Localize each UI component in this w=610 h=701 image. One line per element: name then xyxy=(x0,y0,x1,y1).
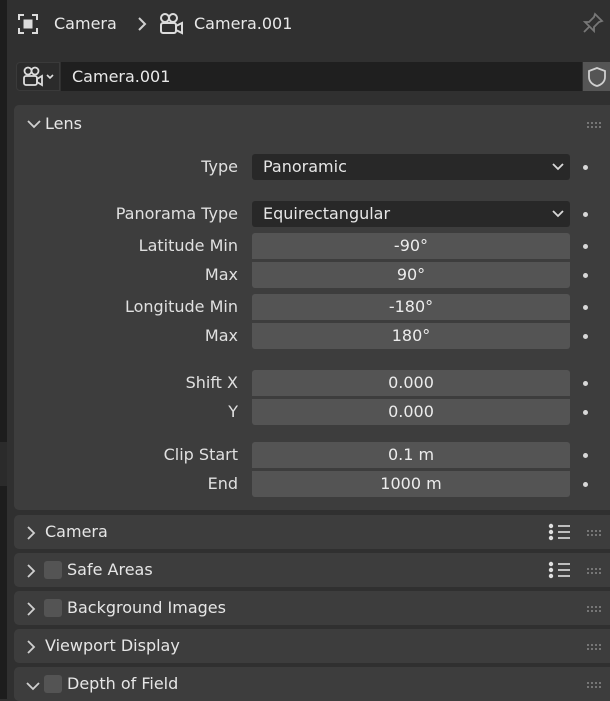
camera-subpanel-header[interactable]: Camera xyxy=(14,515,610,549)
type-dropdown[interactable]: Panoramic xyxy=(252,154,570,180)
panorama-type-value: Equirectangular xyxy=(263,204,391,223)
safe-areas-checkbox[interactable] xyxy=(44,561,62,579)
latitude-max-row: Max 90° xyxy=(14,262,610,288)
shift-y-label: Y xyxy=(228,402,238,421)
keyframe-dot[interactable] xyxy=(583,453,588,458)
type-label: Type xyxy=(201,157,238,176)
chevron-down-icon xyxy=(26,682,40,691)
viewport-display-subpanel-header[interactable]: Viewport Display xyxy=(14,629,610,663)
background-images-subpanel-header[interactable]: Background Images xyxy=(14,591,610,625)
depth-of-field-subpanel-title: Depth of Field xyxy=(67,674,179,693)
lens-panel: Lens Type Panoramic Panorama Type Equire… xyxy=(14,105,610,510)
left-edge xyxy=(0,0,7,699)
keyframe-dot[interactable] xyxy=(583,410,588,415)
shift-x-field[interactable]: 0.000 xyxy=(252,370,570,396)
shift-x-label: Shift X xyxy=(185,373,238,392)
latitude-max-label: Max xyxy=(204,265,238,284)
longitude-min-field[interactable]: -180° xyxy=(252,294,570,320)
clip-start-row: Clip Start 0.1 m xyxy=(14,442,610,468)
clip-end-row: End 1000 m xyxy=(14,471,610,497)
chevron-right-icon xyxy=(137,0,147,47)
grip-icon[interactable] xyxy=(586,567,602,575)
keyframe-dot[interactable] xyxy=(583,273,588,278)
shift-x-row: Shift X 0.000 xyxy=(14,370,610,396)
keyframe-dot[interactable] xyxy=(583,482,588,487)
grip-icon[interactable] xyxy=(586,681,602,689)
chevron-down-icon xyxy=(552,210,564,218)
camera-data-icon xyxy=(23,66,54,87)
latitude-min-label: Latitude Min xyxy=(138,236,238,255)
grip-icon[interactable] xyxy=(586,121,602,129)
list-icon[interactable] xyxy=(548,523,572,541)
camera-datablock-selector: Camera.001 xyxy=(16,62,610,91)
object-icon xyxy=(17,0,39,47)
keyframe-dot[interactable] xyxy=(583,165,588,170)
shield-icon[interactable] xyxy=(583,62,610,91)
depth-of-field-checkbox[interactable] xyxy=(44,675,62,693)
list-icon[interactable] xyxy=(548,561,572,579)
breadcrumb-data[interactable]: Camera.001 xyxy=(194,0,292,47)
chevron-down-icon xyxy=(27,120,41,129)
latitude-min-field[interactable]: -90° xyxy=(252,233,570,259)
clip-end-field[interactable]: 1000 m xyxy=(252,471,570,497)
camera-data-icon xyxy=(158,0,184,47)
safe-areas-subpanel-title: Safe Areas xyxy=(67,560,153,579)
background-images-subpanel-title: Background Images xyxy=(67,598,226,617)
clip-end-label: End xyxy=(207,474,238,493)
chevron-right-icon xyxy=(27,640,36,654)
grip-icon[interactable] xyxy=(586,643,602,651)
camera-datablock-name-field[interactable]: Camera.001 xyxy=(61,62,582,91)
keyframe-dot[interactable] xyxy=(583,244,588,249)
left-edge-handle[interactable] xyxy=(0,442,7,486)
viewport-display-subpanel-title: Viewport Display xyxy=(45,636,180,655)
clip-start-field[interactable]: 0.1 m xyxy=(252,442,570,468)
background-images-checkbox[interactable] xyxy=(44,599,62,617)
camera-datablock-browse-button[interactable] xyxy=(16,62,60,91)
depth-of-field-subpanel-header[interactable]: Depth of Field xyxy=(14,667,610,701)
lens-panel-title: Lens xyxy=(45,114,82,133)
longitude-min-label: Longitude Min xyxy=(124,297,238,316)
safe-areas-subpanel-header[interactable]: Safe Areas xyxy=(14,553,610,587)
shift-y-field[interactable]: 0.000 xyxy=(252,399,570,425)
keyframe-dot[interactable] xyxy=(583,334,588,339)
breadcrumb-object[interactable]: Camera xyxy=(54,0,117,47)
grip-icon[interactable] xyxy=(586,605,602,613)
panorama-type-row: Panorama Type Equirectangular xyxy=(14,201,610,227)
chevron-right-icon xyxy=(27,526,36,540)
type-value: Panoramic xyxy=(263,157,347,176)
panorama-type-label: Panorama Type xyxy=(115,204,238,223)
type-row: Type Panoramic xyxy=(14,154,610,180)
longitude-max-field[interactable]: 180° xyxy=(252,323,570,349)
longitude-max-label: Max xyxy=(204,326,238,345)
keyframe-dot[interactable] xyxy=(583,305,588,310)
chevron-right-icon xyxy=(27,564,36,578)
camera-subpanel-title: Camera xyxy=(45,522,108,541)
properties-header: Camera Camera.001 xyxy=(7,0,610,47)
lens-panel-header[interactable]: Lens xyxy=(14,105,610,143)
chevron-down-icon xyxy=(552,163,564,171)
shift-y-row: Y 0.000 xyxy=(14,399,610,425)
keyframe-dot[interactable] xyxy=(583,212,588,217)
grip-icon[interactable] xyxy=(586,529,602,537)
latitude-min-row: Latitude Min -90° xyxy=(14,233,610,259)
clip-start-label: Clip Start xyxy=(163,445,238,464)
panorama-type-dropdown[interactable]: Equirectangular xyxy=(252,201,570,227)
latitude-max-field[interactable]: 90° xyxy=(252,262,570,288)
longitude-max-row: Max 180° xyxy=(14,323,610,349)
longitude-min-row: Longitude Min -180° xyxy=(14,294,610,320)
chevron-right-icon xyxy=(27,602,36,616)
keyframe-dot[interactable] xyxy=(583,381,588,386)
pin-icon[interactable] xyxy=(582,12,604,38)
